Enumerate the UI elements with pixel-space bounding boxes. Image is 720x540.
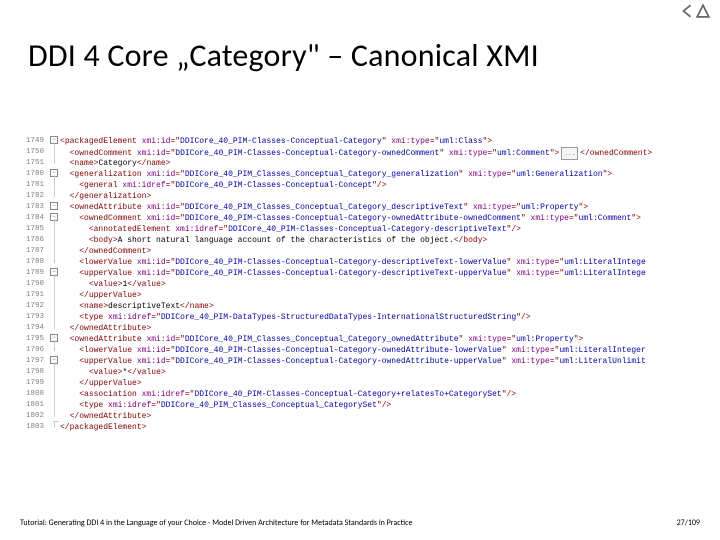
code-content: </ownedAttribute> [60, 411, 151, 422]
code-content: <generalization xmi:id="DDICore_40_PIM_C… [60, 169, 612, 180]
code-line: 1792 <name>descriptiveText</name> [20, 301, 710, 312]
code-content: <type xmi:idref="DDICore_40_PIM-DataType… [60, 312, 531, 323]
line-number: 1801 [20, 400, 48, 411]
code-content: <upperValue xmi:id="DDICore_40_PIM-Class… [60, 268, 646, 279]
line-number: 1794 [20, 323, 48, 334]
line-number: 1799 [20, 378, 48, 389]
collapsed-indicator[interactable]: ... [561, 147, 578, 160]
line-number: 1792 [20, 301, 48, 312]
line-number: 1800 [20, 389, 48, 400]
code-content: <lowerValue xmi:id="DDICore_40_PIM-Class… [60, 257, 646, 268]
line-number: 1749 [20, 136, 48, 147]
line-number: 1787 [20, 246, 48, 257]
code-line: 1783− <ownedAttribute xmi:id="DDICore_40… [20, 202, 710, 213]
code-content: </generalization> [60, 191, 151, 202]
page-number: 27/109 [677, 518, 700, 528]
code-line: 1786 <body>A short natural language acco… [20, 235, 710, 246]
line-number: 1785 [20, 224, 48, 235]
code-content: <name>Category</name> [60, 158, 170, 169]
fold-gutter[interactable]: − [48, 202, 60, 210]
code-content: <upperValue xmi:id="DDICore_40_PIM-Class… [60, 356, 646, 367]
line-number: 1790 [20, 279, 48, 290]
line-number: 1784 [20, 213, 48, 224]
line-number: 1802 [20, 411, 48, 422]
code-content: <name>descriptiveText</name> [60, 301, 214, 312]
footer: Tutorial: Generating DDI 4 in the Langua… [20, 518, 700, 528]
code-line: 1798 <value>*</value> [20, 367, 710, 378]
line-number: 1796 [20, 345, 48, 356]
code-content: <lowerValue xmi:id="DDICore_40_PIM-Class… [60, 345, 646, 356]
code-line: 1803 </packagedElement> [20, 422, 710, 433]
code-line: 1799 </upperValue> [20, 378, 710, 389]
code-line: 1795− <ownedAttribute xmi:id="DDICore_40… [20, 334, 710, 345]
code-content: <association xmi:idref="DDICore_40_PIM-C… [60, 389, 516, 400]
line-number: 1797 [20, 356, 48, 367]
code-line: 1800 <association xmi:idref="DDICore_40_… [20, 389, 710, 400]
code-content: </upperValue> [60, 290, 142, 301]
code-line: 1788 <lowerValue xmi:id="DDICore_40_PIM-… [20, 257, 710, 268]
code-content: <ownedAttribute xmi:id="DDICore_40_PIM_C… [60, 334, 583, 345]
nav-icons [680, 4, 710, 23]
code-content: <body>A short natural language account o… [60, 235, 487, 246]
code-content: <ownedComment xmi:id="DDICore_40_PIM-Cla… [60, 213, 641, 224]
code-line: 1782 </generalization> [20, 191, 710, 202]
line-number: 1751 [20, 158, 48, 169]
line-number: 1789 [20, 268, 48, 279]
line-number: 1791 [20, 290, 48, 301]
line-number: 1781 [20, 180, 48, 191]
line-number: 1750 [20, 147, 48, 158]
footer-text: Tutorial: Generating DDI 4 in the Langua… [20, 518, 412, 528]
code-content: </packagedElement> [60, 422, 146, 433]
line-number: 1803 [20, 422, 48, 433]
code-content: <type xmi:idref="DDICore_40_PIM_Classes_… [60, 400, 391, 411]
code-content: <value>1</value> [60, 279, 166, 290]
line-number: 1786 [20, 235, 48, 246]
code-line: 1790 <value>1</value> [20, 279, 710, 290]
line-number: 1793 [20, 312, 48, 323]
line-number: 1788 [20, 257, 48, 268]
code-line: 1780− <generalization xmi:id="DDICore_40… [20, 169, 710, 180]
code-line: 1749−<packagedElement xmi:id="DDICore_40… [20, 136, 710, 147]
code-content: <annotatedElement xmi:idref="DDICore_40_… [60, 224, 521, 235]
code-content: <value>*</value> [60, 367, 166, 378]
code-content: </ownedComment> [60, 246, 151, 257]
line-number: 1798 [20, 367, 48, 378]
line-number: 1795 [20, 334, 48, 345]
code-content: <packagedElement xmi:id="DDICore_40_PIM-… [60, 136, 492, 147]
code-line: 1784− <ownedComment xmi:id="DDICore_40_P… [20, 213, 710, 224]
slide: DDI 4 Core „Category" – Canonical XMI 17… [0, 0, 720, 540]
next-icon[interactable] [696, 4, 710, 23]
code-line: 1796 <lowerValue xmi:id="DDICore_40_PIM-… [20, 345, 710, 356]
code-line: 1750 <ownedComment xmi:id="DDICore_40_PI… [20, 147, 710, 158]
code-content: <general xmi:idref="DDICore_40_PIM-Class… [60, 180, 387, 191]
code-line: 1787 </ownedComment> [20, 246, 710, 257]
code-line: 1802 </ownedAttribute> [20, 411, 710, 422]
code-line: 1785 <annotatedElement xmi:idref="DDICor… [20, 224, 710, 235]
line-number: 1783 [20, 202, 48, 213]
code-line: 1794 </ownedAttribute> [20, 323, 710, 334]
code-line: 1781 <general xmi:idref="DDICore_40_PIM-… [20, 180, 710, 191]
xml-code-block: 1749 − <packagedElement xmi:id="DDICore_40… [20, 136, 710, 433]
code-line: 1801 <type xmi:idref="DDICore_40_PIM_Cla… [20, 400, 710, 411]
code-content: </ownedAttribute> [60, 323, 151, 334]
line-number: 1780 [20, 169, 48, 180]
code-line: 1793 <type xmi:idref="DDICore_40_PIM-Dat… [20, 312, 710, 323]
page-title: DDI 4 Core „Category" – Canonical XMI [28, 36, 539, 75]
code-line: 1797− <upperValue xmi:id="DDICore_40_PIM… [20, 356, 710, 367]
code-line: 1789− <upperValue xmi:id="DDICore_40_PIM… [20, 268, 710, 279]
prev-icon[interactable] [680, 4, 694, 23]
code-line: 1791 </upperValue> [20, 290, 710, 301]
code-content: </upperValue> [60, 378, 142, 389]
code-content: <ownedAttribute xmi:id="DDICore_40_PIM_C… [60, 202, 588, 213]
fold-minus-icon[interactable]: − [50, 202, 58, 210]
line-number: 1782 [20, 191, 48, 202]
